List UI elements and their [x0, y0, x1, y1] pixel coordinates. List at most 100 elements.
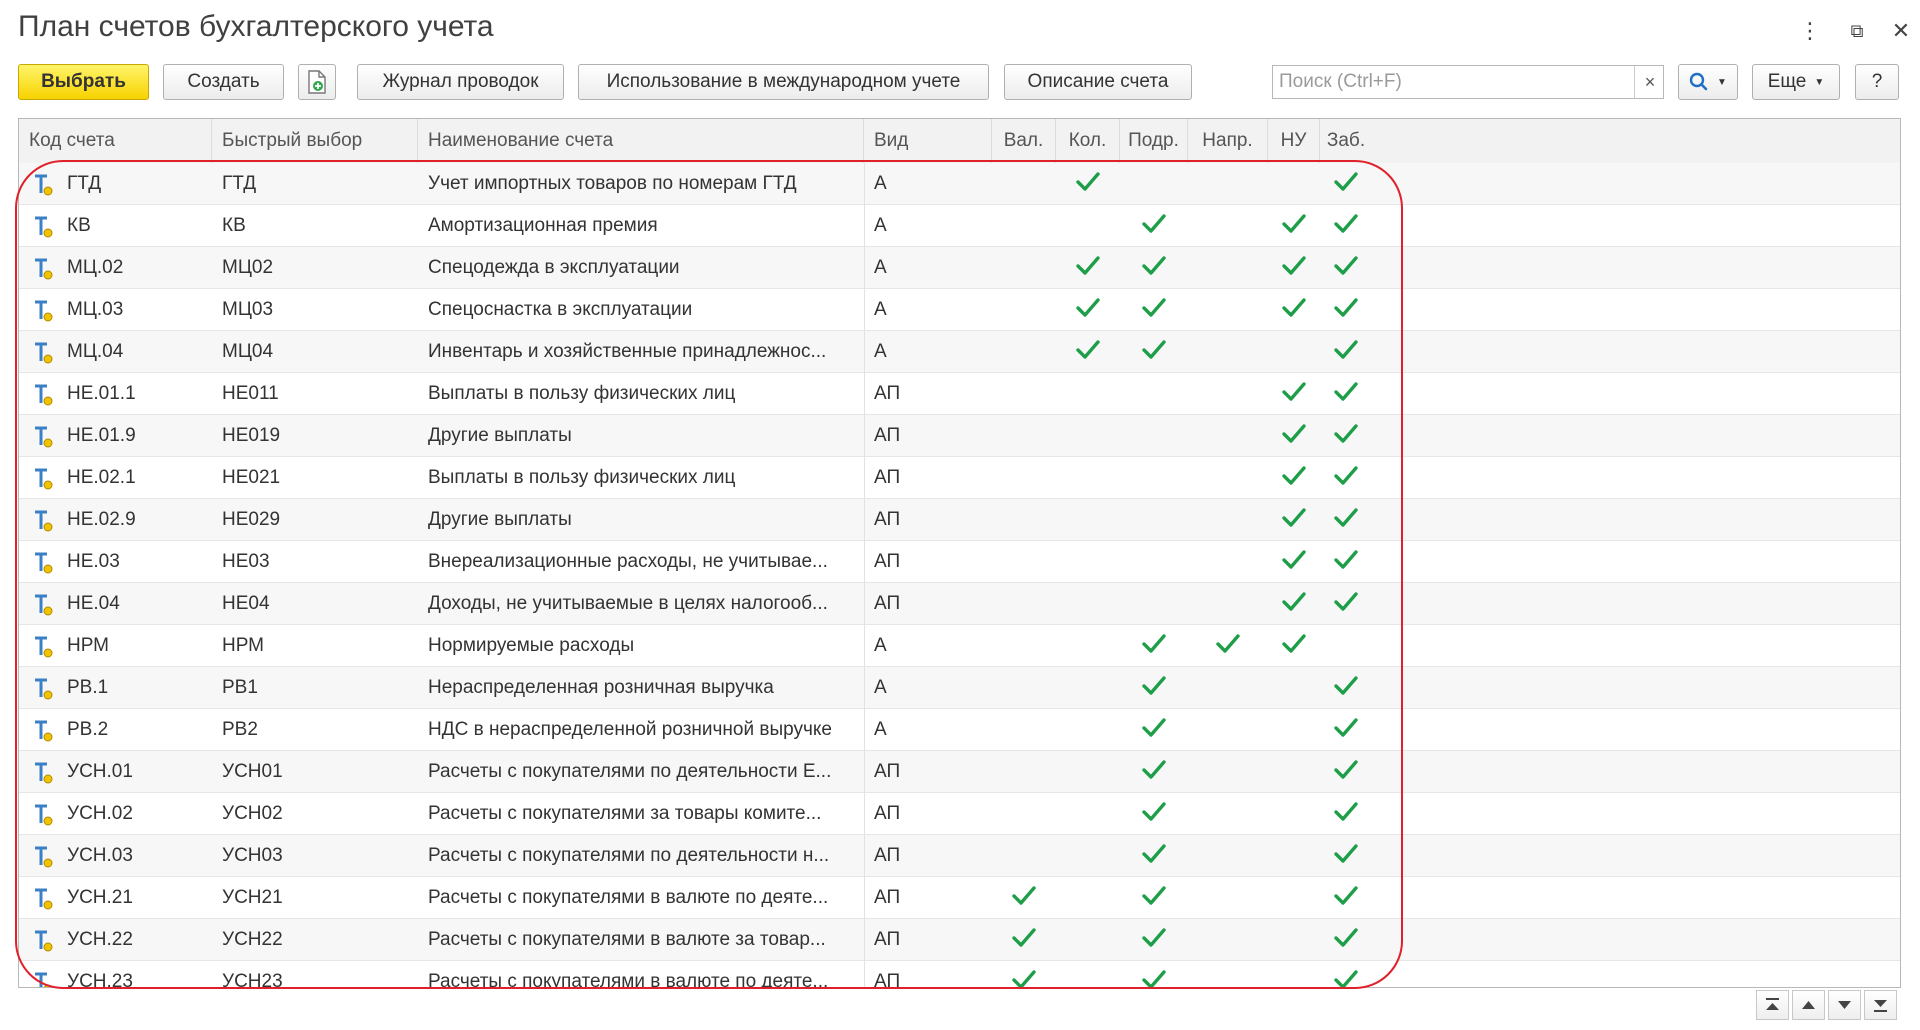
table-row[interactable]: УСН.23 УСН23 Расчеты с покупателями в валю… — [19, 961, 1900, 988]
accounts-table[interactable]: Код счета Быстрый выбор Наименование сче… — [18, 118, 1901, 988]
table-row[interactable]: ГТД ГТД Учет импортных товаров по номерам … — [19, 163, 1900, 205]
select-button[interactable]: Выбрать — [18, 64, 149, 100]
column-header-tax[interactable]: НУ — [1268, 119, 1320, 163]
restore-window-icon[interactable]: ⧉ — [1842, 16, 1872, 46]
search-button[interactable]: ▼ — [1678, 64, 1738, 100]
account-icon — [35, 174, 53, 196]
quick-select-code: МЦ02 — [222, 257, 274, 278]
column-header-currency[interactable]: Вал. — [992, 119, 1056, 163]
check-icon — [1076, 298, 1100, 317]
check-icon — [1076, 340, 1100, 359]
scroll-down-icon[interactable] — [1828, 990, 1861, 1020]
account-icon — [35, 888, 53, 910]
column-divider — [864, 961, 865, 987]
international-accounting-button[interactable]: Использование в международном учете — [578, 64, 989, 100]
scroll-to-top-icon[interactable] — [1756, 990, 1789, 1020]
account-code: УСН.23 — [67, 971, 133, 988]
column-header-direction[interactable]: Напр. — [1188, 119, 1268, 163]
create-button[interactable]: Создать — [163, 64, 284, 100]
table-row[interactable]: КВ КВ Амортизационная премия А — [19, 205, 1900, 247]
quick-select-code: МЦ04 — [222, 341, 274, 362]
account-type: АП — [874, 971, 901, 988]
table-row[interactable]: МЦ.03 МЦ03 Спецоснастка в эксплуатации А — [19, 289, 1900, 331]
check-icon — [1142, 676, 1166, 695]
table-row[interactable]: УСН.22 УСН22 Расчеты с покупателями в валю… — [19, 919, 1900, 961]
table-row[interactable]: РВ.1 РВ1 Нераспределенная розничная выручк… — [19, 667, 1900, 709]
vertical-dots-icon[interactable]: ⋮ — [1795, 16, 1825, 46]
account-type: АП — [874, 803, 901, 824]
account-type: АП — [874, 845, 901, 866]
table-row[interactable]: НЕ.01.9 НЕ019 Другие выплаты АП — [19, 415, 1900, 457]
table-row[interactable]: НЕ.02.1 НЕ021 Выплаты в пользу физических … — [19, 457, 1900, 499]
column-header-quick[interactable]: Быстрый выбор — [212, 119, 418, 163]
account-icon — [35, 342, 53, 364]
column-header-type[interactable]: Вид — [864, 119, 992, 163]
journal-button[interactable]: Журнал проводок — [357, 64, 564, 100]
account-name: Выплаты в пользу физических лиц — [428, 467, 736, 488]
check-icon — [1334, 844, 1358, 863]
account-name: Доходы, не учитываемые в целях налогооб.… — [428, 593, 828, 614]
check-icon — [1334, 298, 1358, 317]
column-header-offbalance[interactable]: Заб. — [1320, 119, 1372, 163]
scroll-to-bottom-icon[interactable] — [1864, 990, 1897, 1020]
account-type: А — [874, 341, 887, 362]
account-code: НЕ.02.1 — [67, 467, 136, 488]
account-code: НЕ.02.9 — [67, 509, 136, 530]
column-divider — [864, 373, 865, 415]
scroll-up-icon[interactable] — [1792, 990, 1825, 1020]
table-row[interactable]: УСН.03 УСН03 Расчеты с покупателями по дея… — [19, 835, 1900, 877]
column-divider — [864, 877, 865, 919]
check-icon — [1142, 970, 1166, 987]
column-header-code[interactable]: Код счета — [19, 119, 212, 163]
table-row[interactable]: НРМ НРМ Нормируемые расходы А — [19, 625, 1900, 667]
column-header-quantity[interactable]: Кол. — [1056, 119, 1120, 163]
check-icon — [1282, 634, 1306, 653]
table-row[interactable]: МЦ.04 МЦ04 Инвентарь и хозяйственные прина… — [19, 331, 1900, 373]
check-icon — [1142, 340, 1166, 359]
quick-select-code: РВ2 — [222, 719, 258, 740]
account-type: А — [874, 257, 887, 278]
quick-select-code: НЕ029 — [222, 509, 281, 530]
search-icon — [1689, 72, 1708, 91]
search-clear-button[interactable]: × — [1634, 66, 1665, 98]
account-description-button[interactable]: Описание счета — [1004, 64, 1192, 100]
quick-select-code: НЕ04 — [222, 593, 270, 614]
table-row[interactable]: НЕ.03 НЕ03 Внереализационные расходы, не у… — [19, 541, 1900, 583]
column-header-division[interactable]: Подр. — [1120, 119, 1188, 163]
account-type: АП — [874, 509, 901, 530]
column-divider — [864, 667, 865, 709]
account-icon — [35, 552, 53, 574]
chevron-down-icon: ▼ — [1814, 76, 1825, 88]
column-divider — [864, 331, 865, 373]
close-icon[interactable]: ✕ — [1886, 16, 1916, 46]
table-row[interactable]: НЕ.02.9 НЕ029 Другие выплаты АП — [19, 499, 1900, 541]
check-icon — [1334, 718, 1358, 737]
quick-select-code: НЕ011 — [222, 383, 279, 404]
account-icon — [35, 300, 53, 322]
quick-select-code: УСН21 — [222, 887, 283, 908]
check-icon — [1282, 550, 1306, 569]
account-code: ГТД — [67, 173, 102, 194]
account-icon — [35, 636, 53, 658]
table-row[interactable]: НЕ.01.1 НЕ011 Выплаты в пользу физических … — [19, 373, 1900, 415]
check-icon — [1282, 508, 1306, 527]
search-input[interactable]: Поиск (Ctrl+F) — [1272, 65, 1664, 99]
more-button[interactable]: Еще ▼ — [1752, 64, 1840, 100]
account-name: Инвентарь и хозяйственные принадлежнос..… — [428, 341, 827, 362]
table-row[interactable]: РВ.2 РВ2 НДС в нераспределенной розничной … — [19, 709, 1900, 751]
table-row[interactable]: УСН.02 УСН02 Расчеты с покупателями за тов… — [19, 793, 1900, 835]
check-icon — [1142, 928, 1166, 947]
account-type: А — [874, 719, 887, 740]
table-row[interactable]: МЦ.02 МЦ02 Спецодежда в эксплуатации А — [19, 247, 1900, 289]
account-icon — [35, 594, 53, 616]
table-row[interactable]: НЕ.04 НЕ04 Доходы, не учитываемые в целях … — [19, 583, 1900, 625]
help-button[interactable]: ? — [1855, 64, 1899, 100]
copy-document-button[interactable] — [298, 64, 336, 100]
column-header-name[interactable]: Наименование счета — [418, 119, 864, 163]
table-row[interactable]: УСН.21 УСН21 Расчеты с покупателями в валю… — [19, 877, 1900, 919]
account-type: АП — [874, 467, 901, 488]
quick-select-code: НЕ021 — [222, 467, 281, 488]
account-type: АП — [874, 551, 901, 572]
table-row[interactable]: УСН.01 УСН01 Расчеты с покупателями по дея… — [19, 751, 1900, 793]
check-icon — [1334, 466, 1358, 485]
